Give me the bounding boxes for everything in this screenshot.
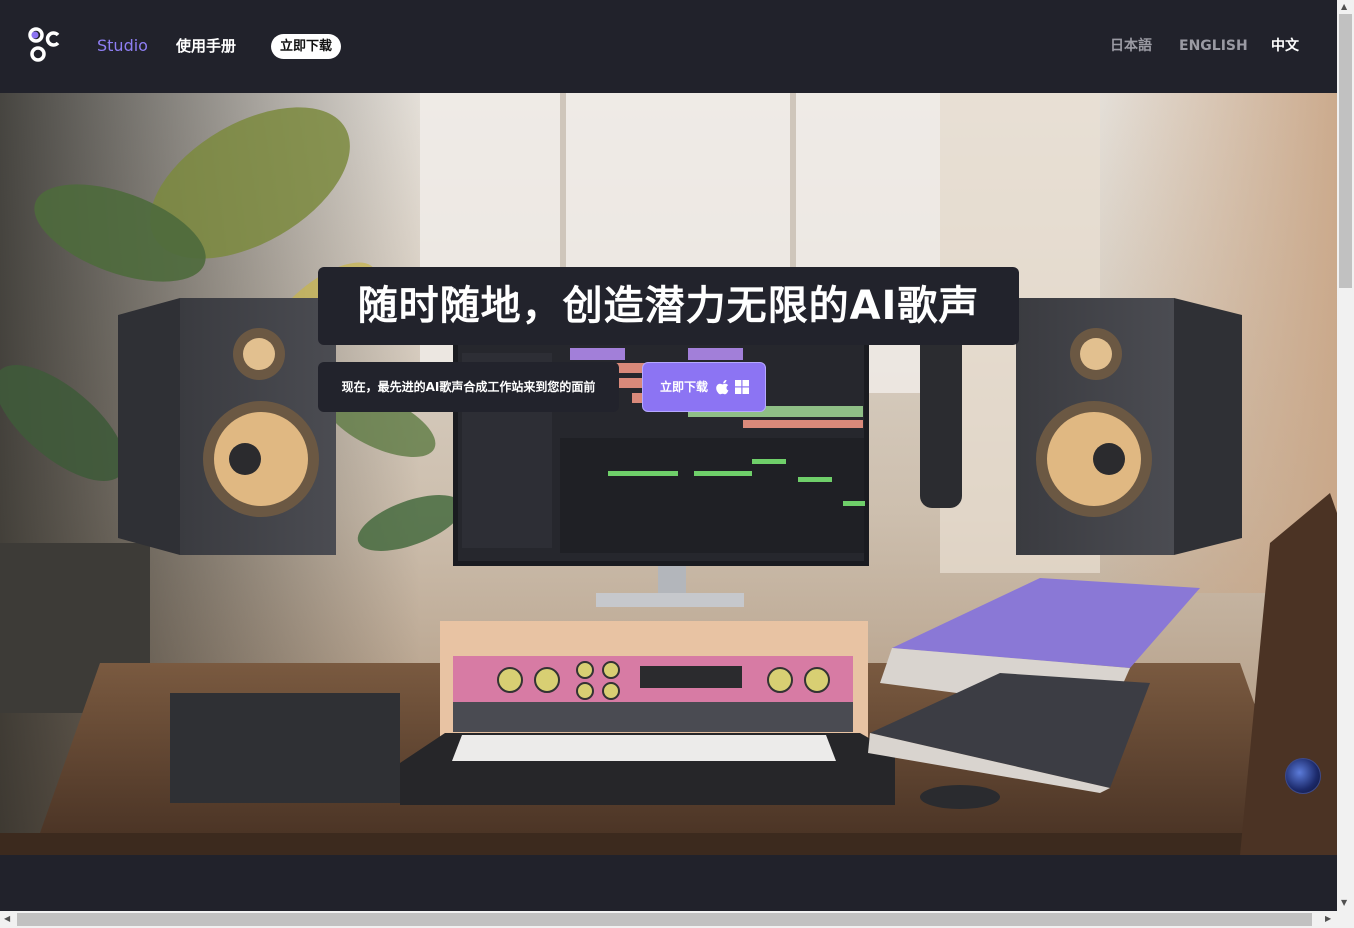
- hero-subline: 现在，最先进的AI歌声合成工作站来到您的面前: [318, 362, 619, 412]
- studio-background-image: [0, 93, 1337, 855]
- scroll-left-arrow-icon[interactable]: ◀: [4, 914, 10, 924]
- footer-band: [0, 855, 1337, 911]
- nav-download-button[interactable]: 立即下载: [271, 34, 342, 59]
- ace-logo-icon[interactable]: [27, 26, 63, 64]
- hero-download-button[interactable]: 立即下载: [642, 362, 766, 412]
- header: Studio 使用手册 立即下载 日本語 ENGLISH 中文: [0, 0, 1337, 93]
- nav-manual-link[interactable]: 使用手册: [176, 35, 236, 57]
- vertical-scrollbar-thumb[interactable]: [1339, 14, 1352, 288]
- lang-english-link[interactable]: ENGLISH: [1179, 36, 1248, 56]
- scroll-up-arrow-icon[interactable]: ▲: [1341, 2, 1347, 12]
- hero-download-label: 立即下载: [660, 380, 709, 394]
- horizontal-scrollbar-thumb[interactable]: [17, 913, 1312, 926]
- windows-icon: [735, 380, 749, 394]
- scroll-right-arrow-icon[interactable]: ▶: [1325, 914, 1331, 924]
- scroll-down-arrow-icon[interactable]: ▼: [1341, 898, 1347, 908]
- page: Studio 使用手册 立即下载 日本語 ENGLISH 中文 随时随地，创造潜…: [0, 0, 1337, 911]
- lang-chinese-link[interactable]: 中文: [1271, 36, 1299, 56]
- apple-icon: [716, 380, 729, 395]
- hero-section: 随时随地，创造潜力无限的AI歌声 现在，最先进的AI歌声合成工作站来到您的面前 …: [0, 93, 1337, 855]
- hero-headline: 随时随地，创造潜力无限的AI歌声: [318, 267, 1019, 345]
- assistant-avatar-button[interactable]: [1285, 758, 1321, 794]
- lang-japanese-link[interactable]: 日本語: [1110, 36, 1152, 56]
- nav-studio-link[interactable]: Studio: [97, 35, 148, 57]
